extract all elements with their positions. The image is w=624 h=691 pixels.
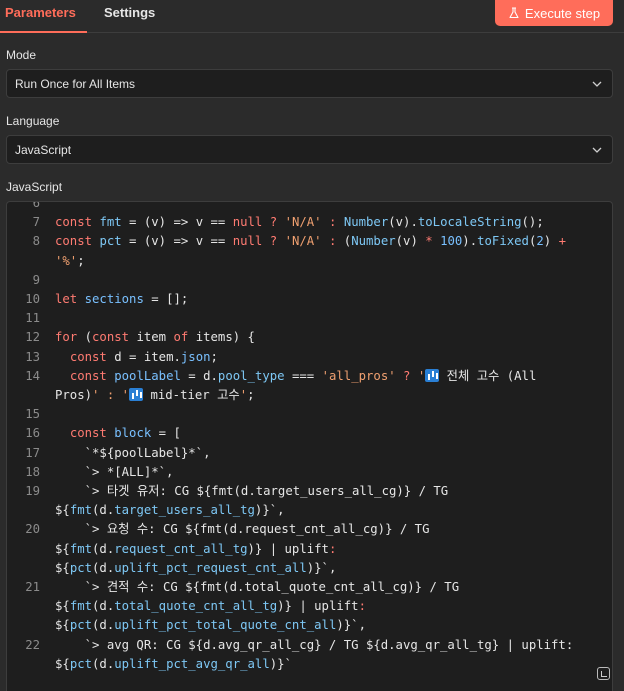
- line-number: [7, 386, 40, 405]
- code-text: `> 타겟 유저: CG ${fmt(d.target_users_all_cg…: [55, 484, 449, 499]
- code-line[interactable]: 12 for (const item of items) {: [7, 328, 612, 347]
- line-number: 19: [25, 484, 40, 499]
- line-number: 10: [25, 292, 40, 307]
- code-text: const block = [: [69, 426, 181, 441]
- code-line[interactable]: Pros)' : ' mid-tier 고수';: [7, 386, 612, 405]
- line-number: 12: [25, 330, 40, 345]
- code-text: const pct = (v) => v == null ? 'N/A' : (…: [55, 234, 566, 249]
- code-line[interactable]: 17 `*${poolLabel}*`,: [7, 444, 612, 463]
- code-line[interactable]: 6: [7, 201, 612, 213]
- code-line[interactable]: 10 let sections = [];: [7, 290, 612, 309]
- code-line[interactable]: 21 `> 견적 수: CG ${fmt(d.total_quote_cnt_a…: [7, 578, 612, 597]
- code-text: ${fmt(d.total_quote_cnt_all_tg)} | uplif…: [55, 599, 366, 614]
- code-text: let sections = [];: [55, 292, 189, 307]
- mode-value: Run Once for All Items: [15, 76, 136, 91]
- mode-select[interactable]: Run Once for All Items: [6, 69, 613, 98]
- mode-label: Mode: [6, 48, 37, 62]
- code-editor-label: JavaScript: [6, 180, 63, 194]
- line-number: [7, 655, 40, 674]
- code-line[interactable]: 9: [7, 271, 612, 290]
- line-number: 21: [25, 580, 40, 595]
- line-number: 15: [25, 407, 40, 422]
- line-number: 18: [25, 464, 40, 479]
- code-text: for (const item of items) {: [55, 330, 255, 345]
- code-text: ${pct(d.uplift_pct_request_cnt_all)}`,: [55, 560, 337, 575]
- code-text: ${pct(d.uplift_pct_avg_qr_all)}`: [55, 656, 292, 671]
- code-text: ${fmt(d.request_cnt_all_tg)} | uplift:: [55, 541, 337, 556]
- line-number: 17: [25, 445, 40, 460]
- code-text: `> *[ALL]*`,: [55, 464, 174, 479]
- code-line[interactable]: 14 const poolLabel = d.pool_type === 'al…: [7, 367, 612, 386]
- code-line[interactable]: ${pct(d.uplift_pct_avg_qr_all)}`: [7, 655, 612, 674]
- code-line[interactable]: 20 `> 요청 수: CG ${fmt(d.request_cnt_all_c…: [7, 520, 612, 539]
- line-number: 7: [32, 215, 40, 230]
- fullscreen-icon[interactable]: [597, 667, 610, 680]
- code-line[interactable]: 8 const pct = (v) => v == null ? 'N/A' : …: [7, 232, 612, 251]
- code-text: const fmt = (v) => v == null ? 'N/A' : N…: [55, 215, 544, 230]
- code-line[interactable]: 18 `> *[ALL]*`,: [7, 463, 612, 482]
- line-number: 14: [25, 368, 40, 383]
- code-text: ${pct(d.uplift_pct_total_quote_cnt_all)}…: [55, 618, 366, 633]
- code-text: Pros)' : ' mid-tier 고수';: [55, 388, 255, 403]
- code-line[interactable]: ${fmt(d.total_quote_cnt_all_tg)} | uplif…: [7, 597, 612, 616]
- code-text: `> 견적 수: CG ${fmt(d.total_quote_cnt_all_…: [55, 580, 460, 595]
- code-text: ${fmt(d.target_users_all_tg)}`,: [55, 503, 285, 518]
- language-label: Language: [6, 114, 60, 128]
- code-line[interactable]: 19 `> 타겟 유저: CG ${fmt(d.target_users_all…: [7, 482, 612, 501]
- code-text: `> 요청 수: CG ${fmt(d.request_cnt_all_cg)}…: [55, 522, 430, 537]
- code-line[interactable]: ${fmt(d.target_users_all_tg)}`,: [7, 501, 612, 520]
- line-number: 22: [25, 637, 40, 652]
- code-text: '%';: [55, 253, 85, 268]
- line-number: 16: [25, 426, 40, 441]
- line-number: [7, 252, 40, 271]
- line-number: [7, 597, 40, 616]
- code-line[interactable]: ${pct(d.uplift_pct_total_quote_cnt_all)}…: [7, 616, 612, 635]
- code-line[interactable]: 16 const block = [: [7, 424, 612, 443]
- code-text: `> avg QR: CG ${d.avg_qr_all_cg} / TG ${…: [55, 637, 574, 652]
- tab-parameters[interactable]: Parameters: [0, 0, 87, 33]
- code-line[interactable]: 15: [7, 405, 612, 424]
- line-number: [7, 616, 40, 635]
- code-line[interactable]: 22 `> avg QR: CG ${d.avg_qr_all_cg} / TG…: [7, 636, 612, 655]
- code-text: const d = item.json;: [69, 349, 218, 364]
- line-number: 6: [32, 201, 40, 210]
- language-value: JavaScript: [15, 142, 72, 157]
- code-line[interactable]: '%';: [7, 252, 612, 271]
- code-text: `*${poolLabel}*`,: [55, 445, 211, 460]
- line-number: 9: [32, 272, 40, 287]
- line-number: 20: [25, 522, 40, 537]
- line-number: 13: [25, 349, 40, 364]
- execute-step-button[interactable]: Execute step: [495, 0, 613, 26]
- code-text: const poolLabel = d.pool_type === 'all_p…: [69, 368, 537, 383]
- code-line[interactable]: 11: [7, 309, 612, 328]
- line-number: [7, 501, 40, 520]
- code-line[interactable]: ${pct(d.uplift_pct_request_cnt_all)}`,: [7, 559, 612, 578]
- tab-settings[interactable]: Settings: [104, 0, 155, 33]
- execute-step-label: Execute step: [524, 5, 601, 21]
- chevron-down-icon: [592, 81, 602, 87]
- code-line[interactable]: ${fmt(d.request_cnt_all_tg)} | uplift:: [7, 540, 612, 559]
- code-line[interactable]: 13 const d = item.json;: [7, 348, 612, 367]
- line-number: 8: [32, 234, 40, 249]
- code-content[interactable]: 6 7 const fmt = (v) => v == null ? 'N/A' …: [7, 201, 612, 674]
- line-number: [7, 540, 40, 559]
- chevron-down-icon: [592, 147, 602, 153]
- language-select[interactable]: JavaScript: [6, 135, 613, 164]
- line-number: [7, 559, 40, 578]
- line-number: 11: [25, 311, 40, 326]
- code-line[interactable]: 7 const fmt = (v) => v == null ? 'N/A' : …: [7, 213, 612, 232]
- code-editor[interactable]: 6 7 const fmt = (v) => v == null ? 'N/A' …: [6, 201, 613, 691]
- flask-icon: [509, 7, 519, 19]
